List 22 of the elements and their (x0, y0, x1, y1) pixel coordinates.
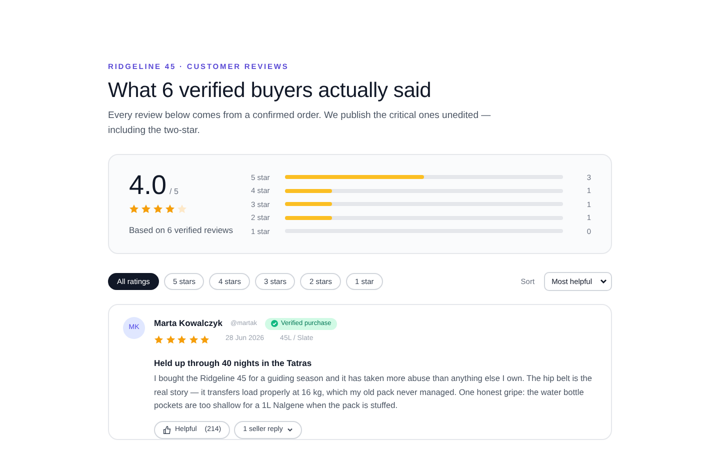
review-headline: Held up through 40 nights in the Tatras (154, 356, 313, 370)
page-title: What 6 verified buyers actually said (108, 78, 432, 104)
thumbs-up-icon (163, 426, 171, 434)
intro-text: Every review below comes from a confirmed order. We publish the critical ones unedited — including the two-star. (108, 109, 492, 138)
star-icon (153, 204, 163, 214)
star-icon (177, 204, 187, 214)
star-icon (166, 334, 175, 344)
star-icon (188, 334, 198, 344)
chevron-down-icon (286, 428, 293, 432)
star-icon (154, 334, 164, 344)
star-icon (165, 204, 175, 214)
score-scale: / 5 (170, 186, 178, 198)
review-text: I bought the Ridgeline 45 for a guiding season and it has taken more abuse than anything else I own. The hip belt is the real story — it transfers load properly at 16 kg, which my old pack never managed. One honest gripe: the water bottle pockets are too shallow for a 1L Nalgene when the pack is stuffed. (154, 372, 594, 412)
chevron-down-icon (600, 279, 607, 284)
average-score: 4.0 (129, 172, 167, 200)
star-icon (141, 204, 151, 214)
star-icon (129, 204, 139, 214)
star-icon (177, 334, 186, 344)
check-icon (270, 320, 278, 328)
star-icon (200, 334, 210, 344)
review-count-text: Based on 6 verified reviews (129, 224, 234, 237)
reviewer-name: Marta Kowalczyk (154, 317, 222, 330)
